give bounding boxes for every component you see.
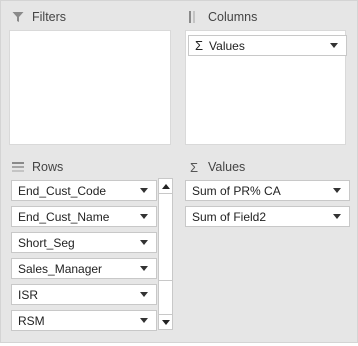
scroll-up-button[interactable] [159,179,172,194]
chevron-down-icon[interactable] [140,188,148,193]
rows-title: Rows [32,160,64,174]
scroll-thumb[interactable] [159,194,172,281]
rows-field-short-seg[interactable]: Short_Seg [11,232,157,253]
rows-field-end-cust-code[interactable]: End_Cust_Code [11,180,157,201]
arrow-down-icon [161,319,170,325]
scroll-down-button[interactable] [159,314,172,329]
columns-header: Columns [180,4,351,30]
chevron-down-icon[interactable] [140,240,148,245]
sigma-icon: Σ [195,38,204,53]
values-header: Σ Values [180,154,351,180]
chevron-down-icon[interactable] [333,214,341,219]
columns-icon [186,10,202,24]
values-drop-zone[interactable]: Sum of PR% CA Sum of Field2 [185,180,350,334]
filters-title: Filters [32,10,67,24]
values-field-sum-pr-ca[interactable]: Sum of PR% CA [185,180,350,201]
pivot-field-areas: Filters Columns Σ Values Rows End_Cust_C… [0,0,358,343]
values-title: Values [208,160,246,174]
rows-header: Rows [4,154,176,180]
filters-drop-zone[interactable] [9,30,171,145]
rows-field-isr[interactable]: ISR [11,284,157,305]
columns-title: Columns [208,10,258,24]
values-field-sum-field2[interactable]: Sum of Field2 [185,206,350,227]
field-label: ISR [18,287,39,302]
columns-drop-zone[interactable]: Σ Values [185,30,347,145]
values-area: Σ Values Sum of PR% CA Sum of Field2 [180,154,351,338]
columns-field-values[interactable]: Σ Values [188,35,347,56]
field-label: Values [209,38,245,53]
field-label: Sales_Manager [18,261,103,276]
rows-area: Rows End_Cust_Code End_Cust_Name Short_S… [4,154,176,338]
rows-field-rsm[interactable]: RSM [11,310,157,331]
field-label: End_Cust_Name [18,209,110,224]
field-label: RSM [18,313,45,328]
filters-header: Filters [4,4,176,30]
rows-drop-zone[interactable]: End_Cust_Code End_Cust_Name Short_Seg Sa… [9,180,171,334]
chevron-down-icon[interactable] [140,266,148,271]
field-label: Short_Seg [18,235,75,250]
filters-area: Filters [4,4,176,149]
arrow-up-icon [161,183,170,189]
rows-scrollbar[interactable] [158,178,173,330]
chevron-down-icon[interactable] [140,214,148,219]
rows-field-end-cust-name[interactable]: End_Cust_Name [11,206,157,227]
columns-area: Columns Σ Values [180,4,351,149]
sigma-icon: Σ [189,159,199,175]
rows-field-sales-manager[interactable]: Sales_Manager [11,258,157,279]
field-label: End_Cust_Code [18,183,107,198]
rows-icon [10,160,26,174]
chevron-down-icon[interactable] [140,318,148,323]
field-label: Sum of PR% CA [192,183,281,198]
field-label: Sum of Field2 [192,209,267,224]
filter-icon [10,10,26,24]
chevron-down-icon[interactable] [140,292,148,297]
chevron-down-icon[interactable] [333,188,341,193]
chevron-down-icon[interactable] [330,43,338,48]
